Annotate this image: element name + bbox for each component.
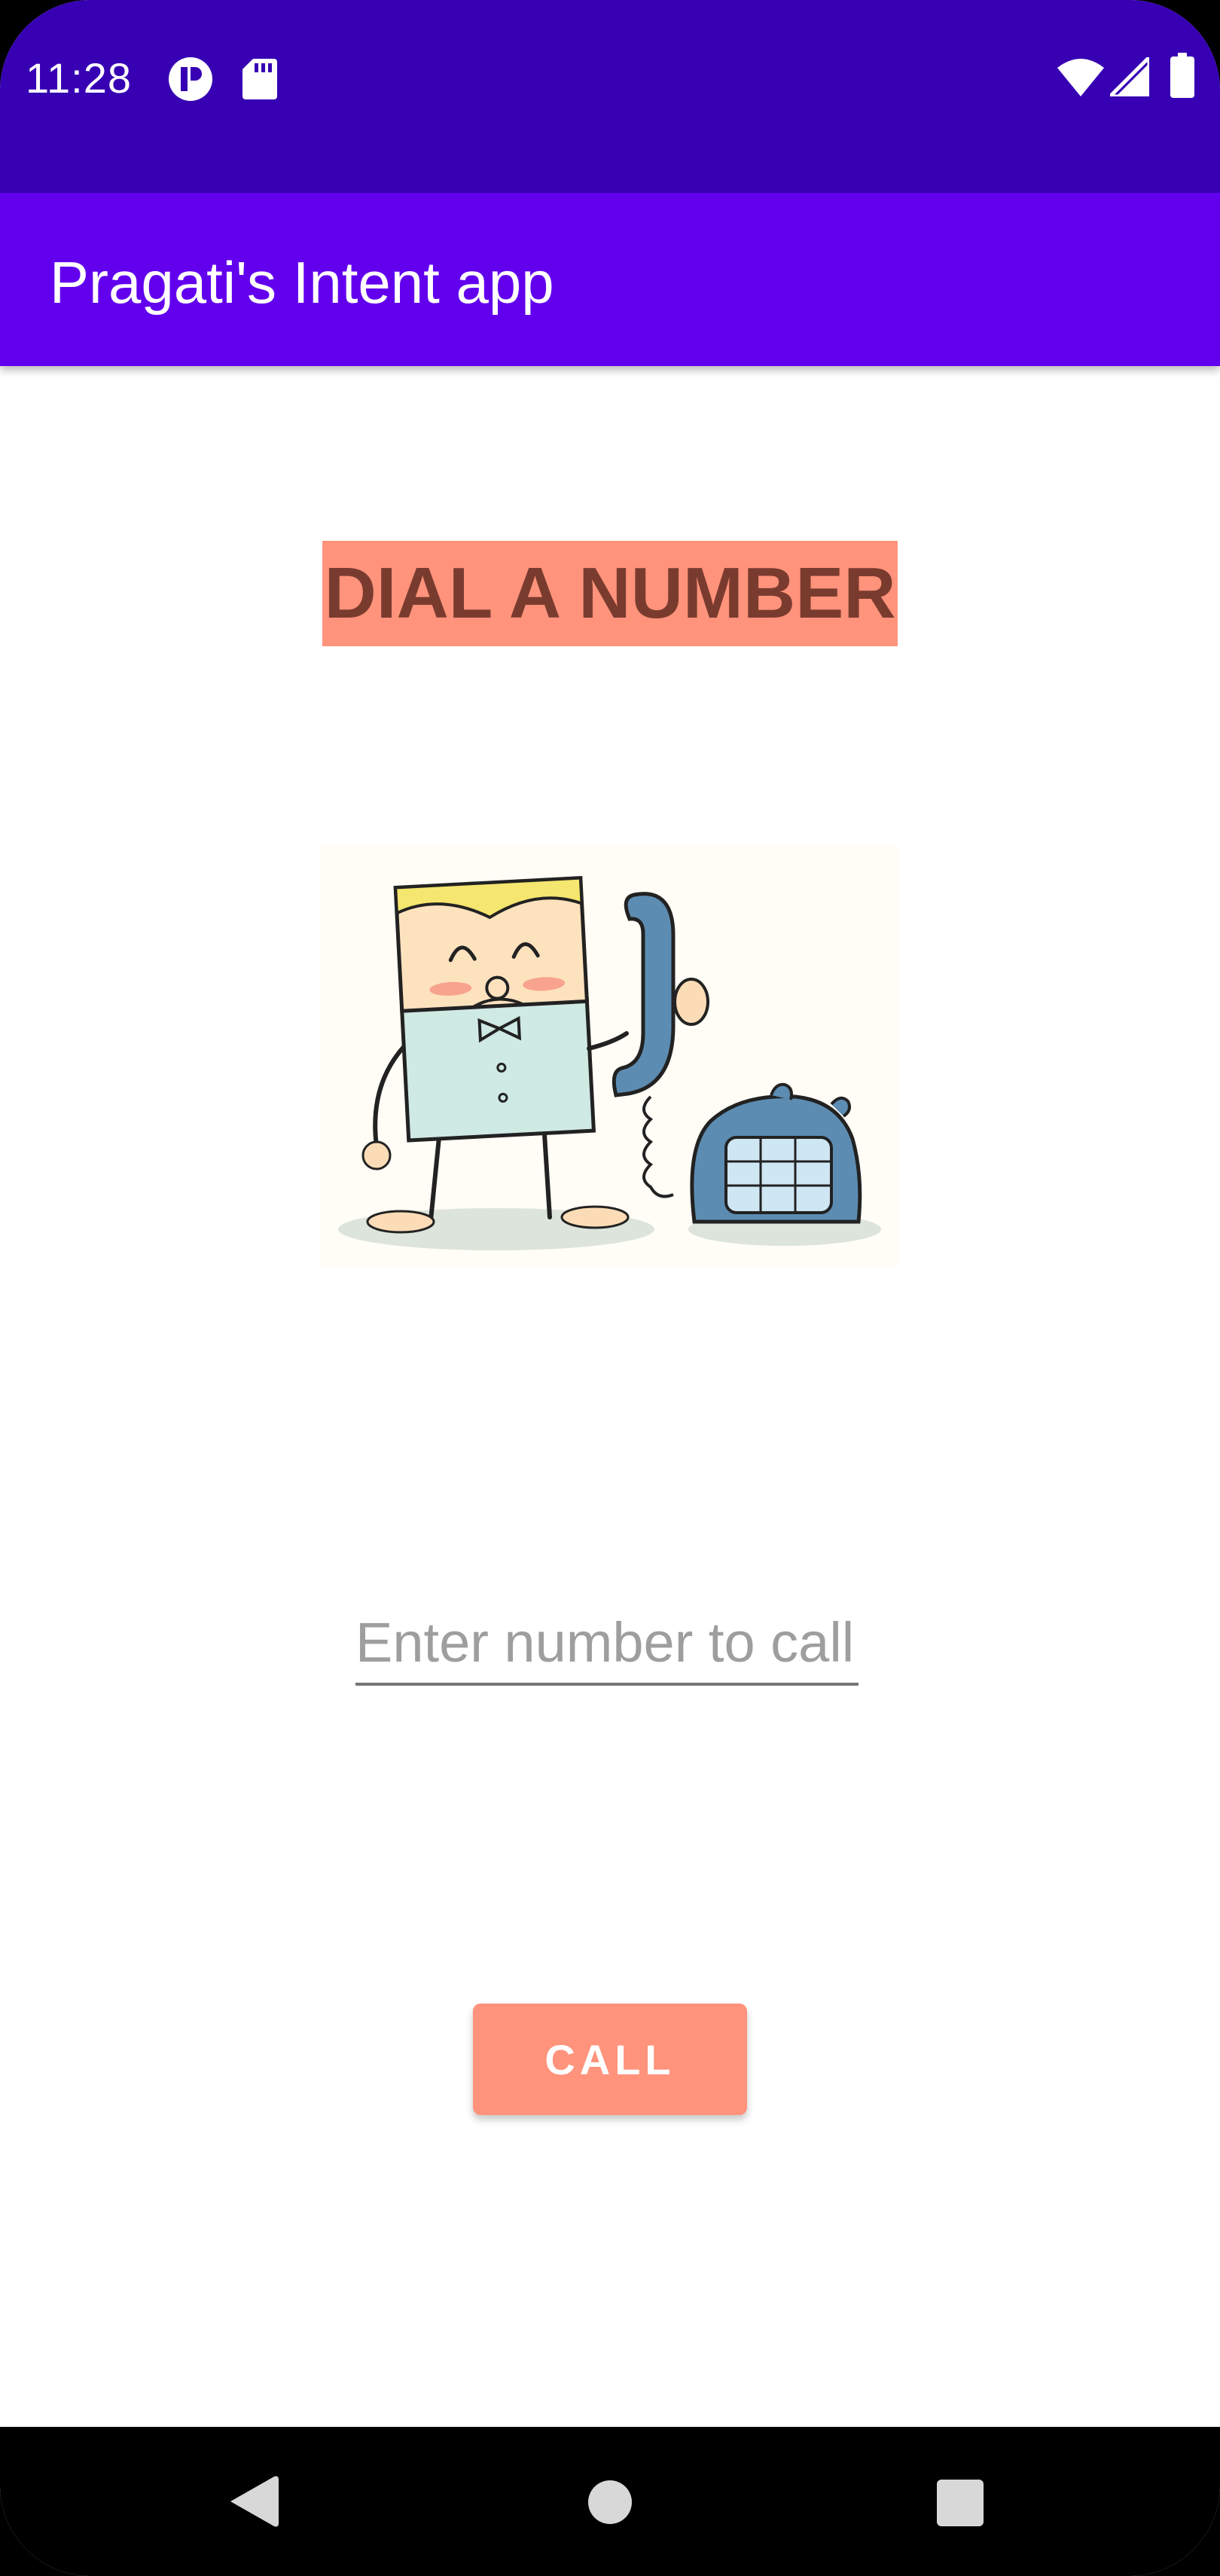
telephone-illustration <box>319 845 899 1267</box>
cell-signal-icon <box>1110 57 1149 96</box>
navigation-bar <box>0 2427 1220 2576</box>
phone-screen: 11:28 Pragati's Intent app DIAL A NUMBER… <box>0 0 1220 2576</box>
call-button[interactable]: CALL <box>473 2004 747 2115</box>
battery-icon <box>1170 53 1194 98</box>
app-notification-icon <box>169 57 212 101</box>
app-bar: Pragati's Intent app <box>0 193 1220 366</box>
heading-container: DIAL A NUMBER <box>0 541 1220 646</box>
page-heading: DIAL A NUMBER <box>322 541 898 646</box>
status-bar: 11:28 <box>0 0 1220 193</box>
wifi-icon <box>1057 59 1104 96</box>
app-title: Pragati's Intent app <box>50 249 554 316</box>
back-icon[interactable] <box>230 2475 279 2528</box>
phone-number-input[interactable] <box>355 1601 859 1686</box>
status-time: 11:28 <box>26 54 132 102</box>
recents-icon[interactable] <box>937 2480 984 2526</box>
sd-card-icon <box>242 59 277 99</box>
home-icon[interactable] <box>587 2480 633 2525</box>
cartoon-character-on-telephone <box>338 875 881 1250</box>
